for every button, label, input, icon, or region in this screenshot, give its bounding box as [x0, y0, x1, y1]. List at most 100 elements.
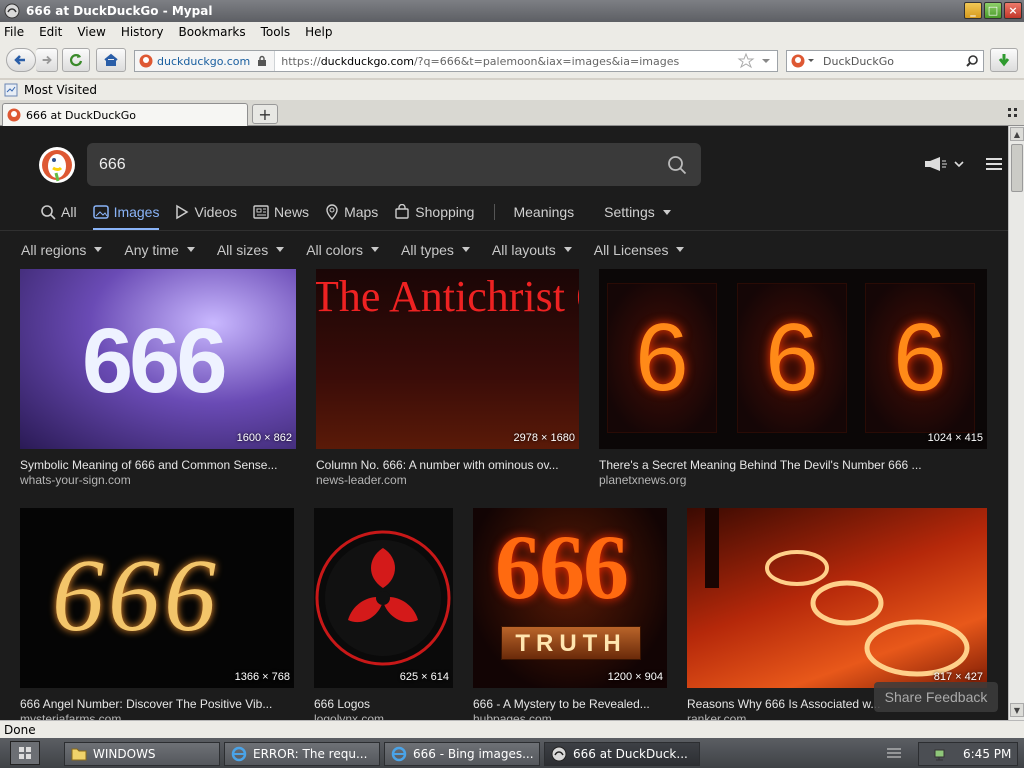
- taskbar-item-error[interactable]: ERROR: The requ...: [224, 742, 380, 766]
- result-caption[interactable]: Symbolic Meaning of 666 and Common Sense…: [20, 458, 296, 472]
- fire-rings-art: [705, 508, 970, 677]
- play-icon: [176, 204, 189, 220]
- menu-bookmarks[interactable]: Bookmarks: [179, 25, 246, 39]
- tab-news[interactable]: News: [253, 196, 309, 228]
- search-engine-dropdown-icon[interactable]: [807, 57, 815, 65]
- minimize-button[interactable]: _: [964, 2, 982, 19]
- taskbar: WINDOWS ERROR: The requ... 666 - Bing im…: [0, 738, 1024, 768]
- image-result[interactable]: 666 TRUTH 1200 × 904 666 - A Mystery to …: [473, 508, 667, 720]
- tab-duckduckgo[interactable]: 666 at DuckDuckGo: [2, 103, 248, 126]
- tab-favicon-icon: [7, 108, 21, 122]
- tray-expand[interactable]: [886, 746, 902, 763]
- tab-maps[interactable]: Maps: [325, 196, 378, 228]
- clock[interactable]: 6:45 PM: [963, 747, 1011, 761]
- result-source[interactable]: hubpages.com: [473, 712, 552, 720]
- scroll-down-arrow-icon[interactable]: ▼: [1010, 703, 1024, 717]
- menu-bar: File Edit View History Bookmarks Tools H…: [0, 22, 1024, 42]
- search-engine-box[interactable]: DuckDuckGo: [786, 50, 984, 72]
- tab-images[interactable]: Images: [92, 196, 159, 230]
- filter-regions[interactable]: All regions: [21, 242, 103, 258]
- duckduckgo-logo-icon[interactable]: [38, 146, 76, 184]
- window-title: 666 at DuckDuckGo - Mypal: [26, 4, 213, 18]
- tab-shopping[interactable]: Shopping: [394, 196, 474, 228]
- result-thumbnail[interactable]: 666 TRUTH: [473, 508, 667, 688]
- hamburger-menu-icon[interactable]: [986, 157, 1002, 171]
- new-tab-button[interactable]: +: [252, 104, 278, 124]
- filter-colors[interactable]: All colors: [306, 242, 379, 258]
- tab-strip: 666 at DuckDuckGo +: [0, 100, 1024, 126]
- image-result[interactable]: 666 1600 × 862 Symbolic Meaning of 666 a…: [20, 269, 296, 489]
- filter-sizes[interactable]: All sizes: [217, 242, 285, 258]
- result-source[interactable]: logolynx.com: [314, 712, 384, 720]
- menu-history[interactable]: History: [121, 25, 164, 39]
- tab-list-icon[interactable]: [1008, 108, 1018, 118]
- tab-meanings[interactable]: Meanings: [513, 196, 574, 228]
- result-thumbnail[interactable]: [687, 508, 987, 688]
- result-thumbnail[interactable]: 666: [20, 508, 294, 688]
- caret-down-icon: [676, 247, 685, 252]
- filter-licenses[interactable]: All Licenses: [594, 242, 685, 258]
- network-icon[interactable]: [933, 746, 949, 762]
- tab-settings[interactable]: Settings: [604, 196, 671, 228]
- home-button[interactable]: [96, 48, 126, 72]
- menu-view[interactable]: View: [77, 25, 105, 39]
- share-feedback-button[interactable]: Share Feedback: [874, 682, 998, 712]
- result-source[interactable]: ranker.com: [687, 712, 746, 720]
- image-result[interactable]: 625 × 614 666 Logos logolynx.com: [314, 508, 453, 720]
- back-button[interactable]: [6, 48, 36, 72]
- image-result[interactable]: 666 1366 × 768 666 Angel Number: Discove…: [20, 508, 294, 720]
- result-caption[interactable]: 666 Logos: [314, 697, 453, 711]
- image-result[interactable]: 6 6 6 1024 × 415 There's a Secret Meanin…: [599, 269, 987, 489]
- menu-file[interactable]: File: [4, 25, 24, 39]
- start-button[interactable]: [10, 741, 40, 765]
- scroll-up-arrow-icon[interactable]: ▲: [1010, 127, 1024, 141]
- image-result[interactable]: The Antichrist 666 2978 × 1680 Column No…: [316, 269, 579, 489]
- search-icon[interactable]: [965, 54, 979, 68]
- taskbar-item-bing[interactable]: 666 - Bing images...: [384, 742, 540, 766]
- taskbar-item-windows[interactable]: WINDOWS: [64, 742, 220, 766]
- result-thumbnail[interactable]: 6 6 6: [599, 269, 987, 449]
- filter-time[interactable]: Any time: [124, 242, 195, 258]
- result-caption[interactable]: 666 Angel Number: Discover The Positive …: [20, 697, 294, 711]
- close-button[interactable]: ×: [1004, 2, 1022, 19]
- map-pin-icon: [326, 204, 338, 220]
- result-thumbnail[interactable]: [314, 508, 453, 688]
- url-bar[interactable]: duckduckgo.com https://duckduckgo.com/?q…: [134, 50, 778, 72]
- result-caption[interactable]: Column No. 666: A number with ominous ov…: [316, 458, 579, 472]
- taskbar-item-duckduckgo[interactable]: 666 at DuckDuck...: [544, 742, 700, 766]
- ddg-search-field[interactable]: 666: [87, 143, 701, 186]
- result-source[interactable]: mysteriafarms.com: [20, 712, 121, 720]
- tab-videos[interactable]: Videos: [175, 196, 237, 228]
- filter-types[interactable]: All types: [401, 242, 470, 258]
- menu-help[interactable]: Help: [305, 25, 332, 39]
- result-thumbnail[interactable]: 666: [20, 269, 296, 449]
- reload-button[interactable]: [62, 48, 90, 72]
- bookmark-star-icon[interactable]: [737, 52, 755, 70]
- menu-edit[interactable]: Edit: [39, 25, 62, 39]
- vertical-scrollbar[interactable]: ▲ ▼: [1008, 126, 1024, 720]
- forward-button[interactable]: [36, 48, 58, 72]
- result-caption[interactable]: There's a Secret Meaning Behind The Devi…: [599, 458, 987, 472]
- search-engine-icon[interactable]: [791, 54, 805, 68]
- download-button[interactable]: [990, 48, 1018, 72]
- search-magnifier-icon[interactable]: [667, 155, 687, 175]
- reload-icon: [69, 54, 83, 67]
- menu-tools[interactable]: Tools: [261, 25, 291, 39]
- filter-layouts[interactable]: All layouts: [492, 242, 572, 258]
- result-source[interactable]: whats-your-sign.com: [20, 473, 131, 487]
- url-dropdown-icon[interactable]: [759, 54, 773, 68]
- result-source[interactable]: news-leader.com: [316, 473, 407, 487]
- most-visited-bookmark[interactable]: Most Visited: [24, 83, 97, 97]
- result-thumbnail[interactable]: The Antichrist 666: [316, 269, 579, 449]
- privacy-megaphone-menu[interactable]: [924, 156, 964, 172]
- tab-all[interactable]: All: [40, 196, 77, 228]
- search-icon: [41, 205, 56, 220]
- site-identity[interactable]: duckduckgo.com: [135, 51, 276, 71]
- maximize-button[interactable]: □: [984, 2, 1002, 19]
- result-caption[interactable]: 666 - A Mystery to be Revealed...: [473, 697, 667, 711]
- status-bar: Done: [0, 720, 1024, 738]
- scroll-thumb[interactable]: [1011, 144, 1023, 192]
- search-query[interactable]: 666: [99, 156, 667, 174]
- url-text[interactable]: https://duckduckgo.com/?q=666&t=palemoon…: [275, 55, 737, 68]
- result-source[interactable]: planetxnews.org: [599, 473, 686, 487]
